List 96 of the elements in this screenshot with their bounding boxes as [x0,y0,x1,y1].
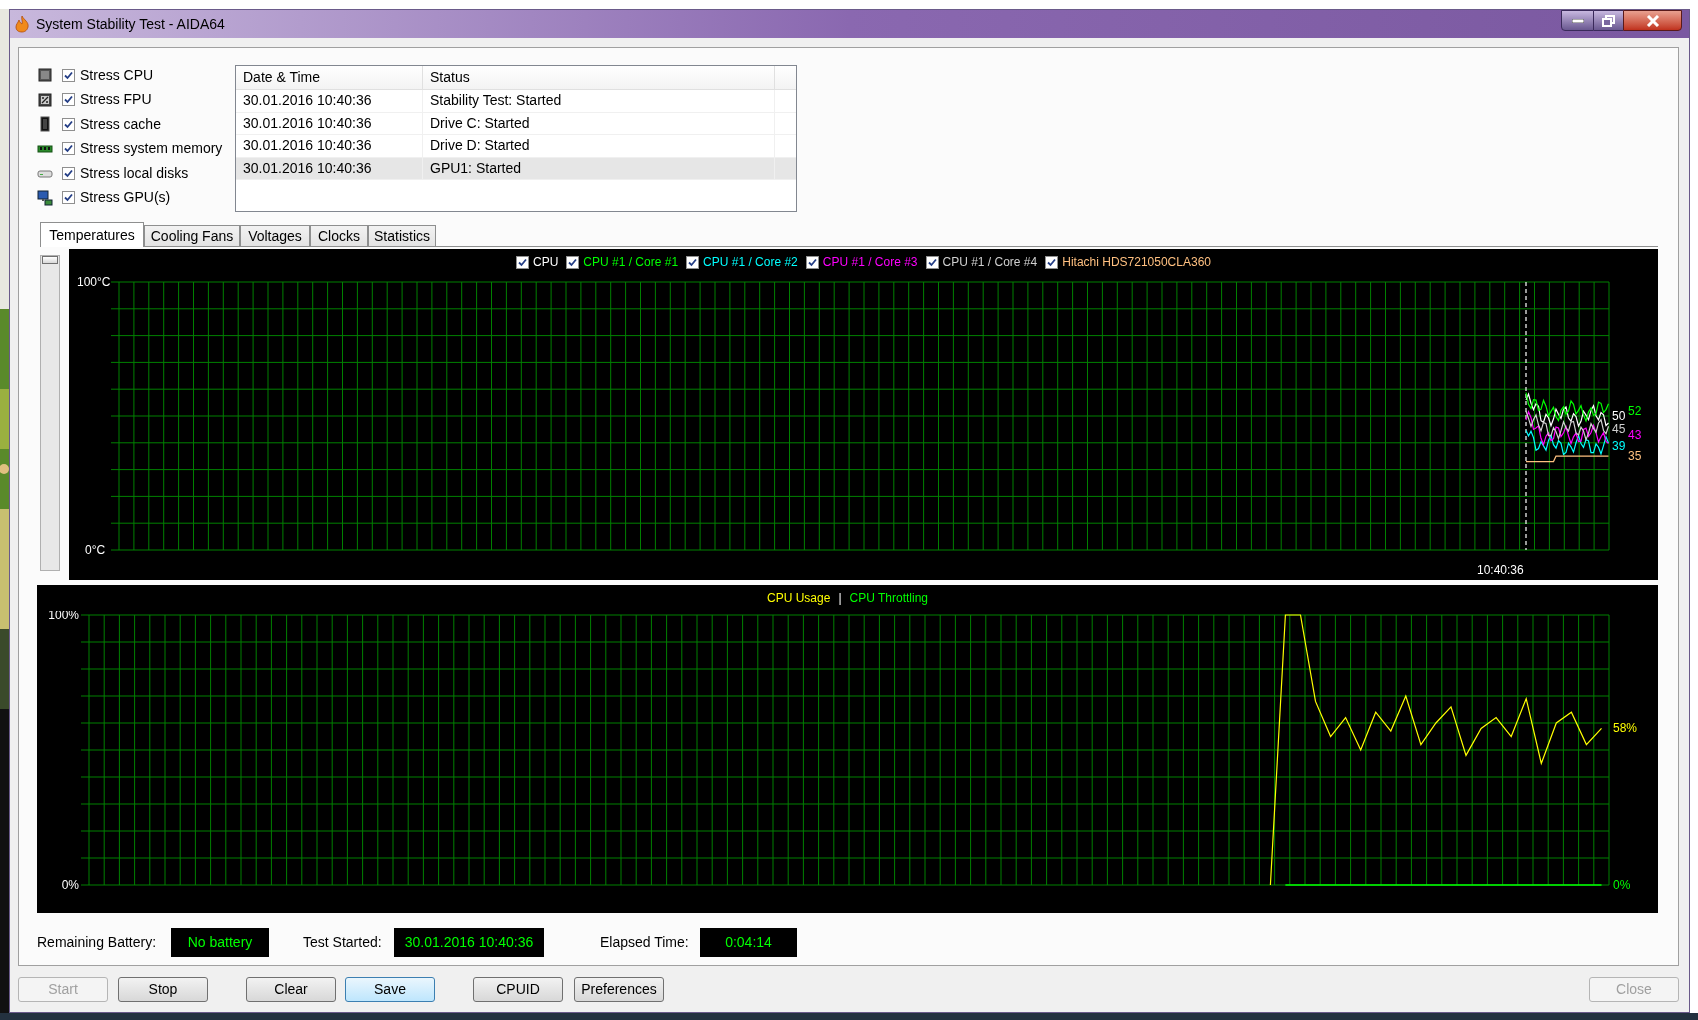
checkbox[interactable] [62,68,75,82]
checkbox[interactable] [62,142,75,156]
checkbox[interactable] [566,255,580,269]
tab[interactable]: Statistics [368,225,436,247]
axis-label: 100% [48,611,79,622]
action-button[interactable]: Clear [246,977,336,1002]
status-label: Test Started: [303,933,383,952]
status-label: Remaining Battery: [37,933,158,952]
checkmark-icon [64,193,73,203]
log-row[interactable]: 30.01.2016 10:40:36 Stability Test: Started [236,90,796,113]
legend-separator: | [838,590,842,607]
axis-label: 0°C [85,543,106,557]
table-cell: 30.01.2016 10:40:36 [236,112,423,134]
tab[interactable]: Temperatures [40,222,144,247]
status-value: 0:04:14 [700,928,797,957]
table-cell: Drive D: Started [423,135,775,157]
legend-label: CPU [533,254,559,271]
option-label[interactable]: Stress cache [80,113,161,135]
checkbox[interactable] [925,255,939,269]
temperature-reading: 35 [1628,449,1642,464]
action-button[interactable]: Preferences [574,977,664,1002]
fpu-icon [37,91,53,108]
cache-icon [37,116,53,133]
checkbox[interactable] [62,191,75,205]
slider-thumb[interactable] [42,256,58,264]
checkmark-icon [927,257,937,267]
checkmark-icon [518,257,527,267]
option-label[interactable]: Stress FPU [80,89,152,111]
legend-label: CPU #1 / Core #2 [703,254,798,271]
checkbox[interactable] [62,117,75,131]
legend-label: CPU #1 / Core #4 [942,254,1038,271]
temperature-reading: 39 [1612,438,1626,453]
checkbox[interactable] [62,166,75,180]
temperature-reading: 45 [1612,422,1626,437]
column-header[interactable]: Status [423,66,775,89]
table-cell: Stability Test: Started [423,90,775,112]
option-label[interactable]: Stress CPU [80,64,154,86]
action-button[interactable]: Stop [118,977,208,1002]
temperature-reading: 50 [1612,409,1626,423]
log-row[interactable]: 30.01.2016 10:40:36 Drive C: Started [236,112,796,135]
checkbox[interactable] [1045,255,1059,269]
legend-label: CPU #1 / Core #3 [822,254,918,271]
log-row[interactable]: 30.01.2016 10:40:36 GPU1: Started [236,157,796,180]
tab[interactable]: Cooling Fans [144,225,240,247]
status-value: 30.01.2016 10:40:36 [394,928,544,957]
log-row[interactable]: 30.01.2016 10:40:36 Drive D: Started [236,135,796,158]
axis-label: 0% [61,878,79,892]
checkmark-icon [64,168,73,178]
checkbox[interactable] [805,255,819,269]
vertical-slider[interactable] [40,255,60,571]
minimize-icon [1571,18,1584,23]
status-value: No battery [171,928,269,957]
checkmark-icon [64,70,73,80]
legend-label: CPU #1 / Core #1 [583,254,679,271]
checkmark-icon [1047,257,1057,267]
option-label[interactable]: Stress system memory [80,138,223,160]
checkbox[interactable] [516,255,529,269]
option-label[interactable]: Stress local disks [80,162,189,184]
temperature-reading: 52 [1628,403,1642,418]
action-button[interactable]: CPUID [473,977,563,1002]
close-window-button[interactable] [1623,10,1682,31]
legend-label: CPU Throttling [849,590,928,607]
tab[interactable]: Clocks [310,225,368,247]
column-header[interactable]: Date & Time [236,66,423,89]
checkmark-icon [807,257,817,267]
checkmark-icon [64,144,73,154]
table-cell: 30.01.2016 10:40:36 [236,157,423,179]
axis-label: 100°C [77,275,111,289]
time-label: 10:40:36 [1477,563,1524,577]
action-button[interactable]: Save [345,977,435,1002]
window-title: System Stability Test - AIDA64 [36,14,225,34]
status-label: Elapsed Time: [600,933,690,952]
restore-button[interactable] [1594,10,1623,31]
close-icon [1645,14,1660,27]
table-cell: GPU1: Started [423,157,775,179]
checkbox[interactable] [62,93,75,107]
flame-icon [13,15,31,33]
usage-reading: 0% [1613,878,1631,892]
temperature-reading: 43 [1628,427,1642,442]
legend-label: CPU Usage [767,590,831,607]
gpu-icon [37,189,53,206]
restore-icon [1602,14,1615,27]
checkmark-icon [64,119,73,129]
table-cell: 30.01.2016 10:40:36 [236,135,423,157]
option-label[interactable]: Stress GPU(s) [80,187,171,209]
legend-label: Hitachi HDS721050CLA360 [1062,254,1211,271]
tab[interactable]: Voltages [240,225,310,247]
checkbox[interactable] [686,255,700,269]
table-cell: 30.01.2016 10:40:36 [236,90,423,112]
checkmark-icon [568,257,578,267]
table-cell: Drive C: Started [423,112,775,134]
checkmark-icon [688,257,698,267]
cpu-icon [37,67,53,84]
usage-reading: 58% [1613,721,1638,736]
checkmark-icon [64,95,73,105]
minimize-button[interactable] [1561,10,1594,31]
